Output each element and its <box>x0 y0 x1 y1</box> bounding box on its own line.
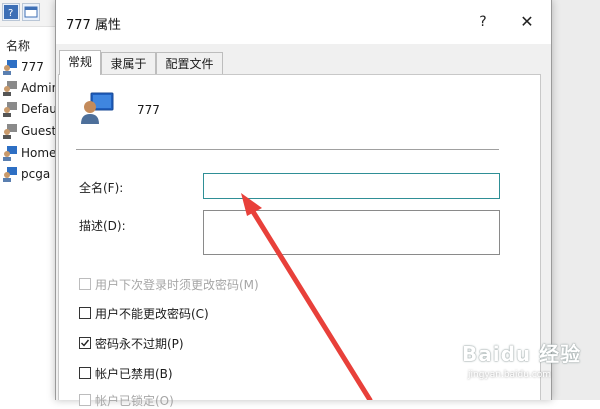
watermark: Baidu 经验 jingyan.baidu.com <box>462 338 592 384</box>
watermark-brand: Baidu 经验 <box>462 342 582 366</box>
tab-general[interactable]: 常规 <box>59 50 101 75</box>
watermark-url: jingyan.baidu.com <box>468 370 552 380</box>
